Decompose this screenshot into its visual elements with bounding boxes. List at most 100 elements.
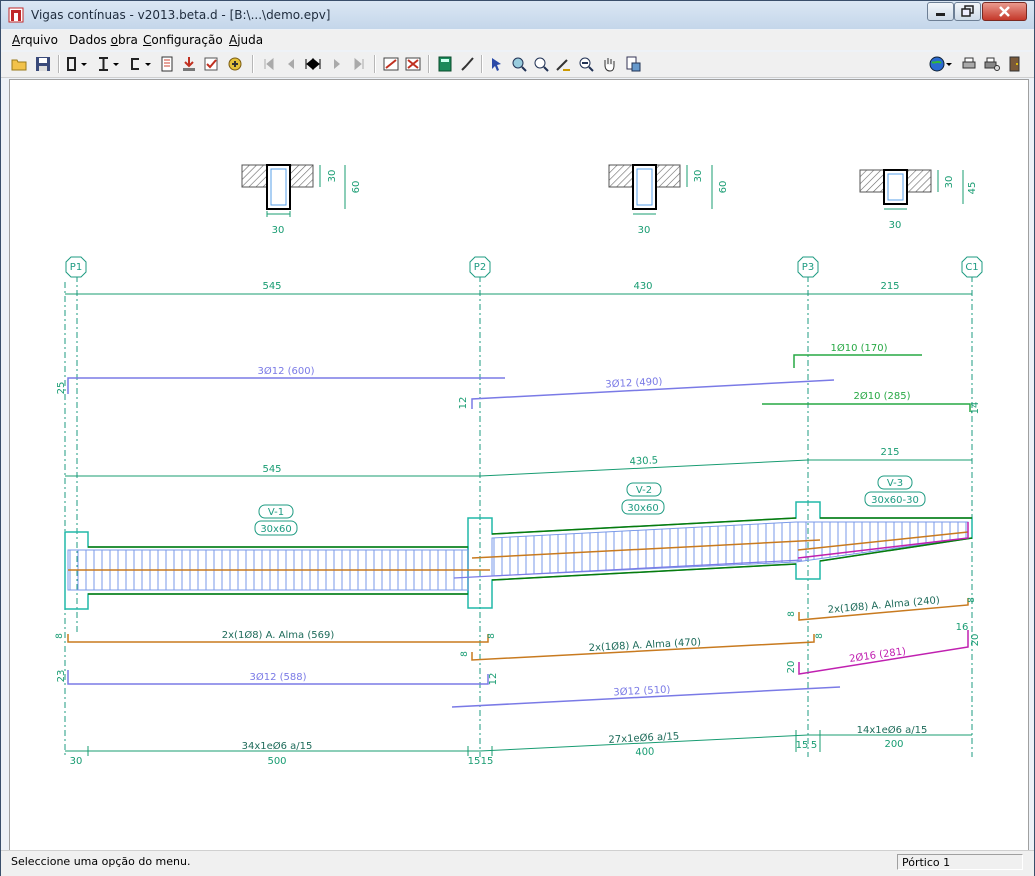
svg-text:8: 8 [815, 633, 825, 639]
draw-beam-icon[interactable] [383, 56, 399, 72]
svg-text:8: 8 [487, 633, 497, 639]
import-icon[interactable] [181, 56, 197, 72]
drawing-canvas[interactable]: 30 30 60 30 30 60 30 30 45 P1 P2 P3 C1 5… [9, 79, 1029, 851]
stirrup-dimensions: 34x1eØ6 a/15 27x1eØ6 a/15 14x1eØ6 a/15 3… [65, 724, 972, 767]
section-2-h1: 30 [693, 170, 704, 183]
top-bar-3-label: 1Ø10 (170) [830, 342, 887, 354]
section-3-h1: 30 [944, 176, 955, 189]
zoom-out-icon[interactable] [578, 56, 594, 72]
close-icon [999, 6, 1010, 17]
section-1: 30 30 60 [241, 164, 362, 236]
minimize-button[interactable] [927, 2, 954, 21]
check-icon[interactable] [203, 56, 219, 72]
menu-bar: Arquivo Dados obra Configuração Ajuda [1, 30, 1034, 50]
last-icon[interactable] [351, 56, 367, 72]
restore-icon [961, 5, 974, 17]
beam-v1-tag[interactable]: V-1 30x60 [254, 504, 298, 536]
pan-hand-icon[interactable] [601, 56, 617, 72]
svg-text:30x60: 30x60 [627, 503, 658, 514]
svg-text:15: 15 [796, 740, 809, 751]
svg-text:P1: P1 [70, 262, 82, 273]
menu-arquivo[interactable]: Arquivo [12, 33, 58, 47]
menu-dados-obra[interactable]: Dados obra [69, 33, 138, 47]
svg-text:15: 15 [468, 756, 481, 767]
next-icon[interactable] [329, 56, 345, 72]
svg-text:V-1: V-1 [268, 507, 284, 518]
svg-text:400: 400 [635, 747, 655, 759]
svg-text:200: 200 [884, 739, 903, 750]
print-preview-icon[interactable] [625, 56, 641, 72]
zoom-x2-icon[interactable] [533, 56, 549, 72]
svg-text:215: 215 [880, 447, 899, 458]
beam-elevation [64, 501, 973, 610]
section-2: 30 30 60 [608, 164, 729, 236]
svg-text:20: 20 [786, 661, 797, 674]
title-bar[interactable]: Vigas contínuas - v2013.beta.d - [B:\...… [1, 1, 1034, 29]
printer-icon[interactable] [961, 56, 977, 72]
section-3: 30 30 45 [859, 169, 978, 231]
bottom-bars: 3Ø12 (588) 23 12 3Ø12 (510) 2Ø16 (281) 2… [56, 622, 981, 708]
stirrup-1-label: 34x1eØ6 a/15 [242, 740, 313, 752]
svg-text:P2: P2 [474, 262, 486, 273]
document-icon[interactable] [159, 56, 175, 72]
section-3-h2: 45 [967, 182, 978, 195]
svg-text:500: 500 [267, 756, 286, 767]
svg-text:545: 545 [262, 464, 281, 475]
open-folder-icon[interactable] [11, 56, 27, 72]
save-icon[interactable] [35, 56, 51, 72]
c-section-dropdown-icon[interactable] [129, 56, 153, 72]
svg-text:8: 8 [787, 611, 797, 617]
menu-ajuda[interactable]: Ajuda [229, 33, 263, 47]
pointer-icon[interactable] [489, 56, 505, 72]
calculator-icon[interactable] [437, 56, 453, 72]
svg-text:P3: P3 [802, 262, 814, 273]
zoom-window-icon[interactable] [555, 56, 571, 72]
svg-text:5: 5 [811, 740, 817, 751]
previous-icon[interactable] [283, 56, 299, 72]
section-1-width: 30 [272, 225, 285, 236]
beam-drawing: 30 30 60 30 30 60 30 30 45 P1 P2 P3 C1 5… [55, 164, 983, 767]
status-panel: Pórtico 1 [897, 854, 1023, 870]
first-icon[interactable] [261, 56, 277, 72]
svg-text:20: 20 [970, 634, 981, 647]
edit-beam-icon[interactable] [405, 56, 421, 72]
maximize-button[interactable] [954, 2, 981, 21]
toolbar [1, 52, 1034, 78]
stirrup-2-label: 27x1eØ6 a/15 [608, 730, 679, 746]
calculate-icon[interactable] [227, 56, 243, 72]
mid-span-dimensions: 545 430.5 215 [65, 447, 972, 477]
status-message: Seleccione uma opção do menu. [11, 855, 191, 868]
stirrup-3-label: 14x1eØ6 a/15 [857, 724, 928, 736]
svg-text:430: 430 [633, 281, 652, 292]
exit-icon[interactable] [1007, 56, 1023, 72]
support-p2[interactable]: P2 [469, 256, 491, 278]
svg-text:8: 8 [967, 597, 977, 603]
top-bar-2-label: 3Ø12 (490) [605, 376, 663, 391]
globe-dropdown-icon[interactable] [929, 56, 953, 72]
svg-text:25: 25 [56, 382, 67, 395]
support-p1[interactable]: P1 [65, 256, 87, 278]
support-labels: P1 P2 P3 C1 [65, 256, 983, 278]
beam-v2-tag[interactable]: V-2 30x60 [621, 482, 665, 515]
menu-configuracao[interactable]: Configuração [143, 33, 223, 47]
alma-bars: 2x(1Ø8) A. Alma (569) 8 8 2x(1Ø8) A. Alm… [55, 594, 977, 661]
i-section-dropdown-icon[interactable] [97, 56, 121, 72]
zoom-extents-icon[interactable] [511, 56, 527, 72]
svg-text:15: 15 [481, 756, 494, 767]
svg-text:12: 12 [458, 397, 469, 410]
svg-text:23: 23 [56, 670, 67, 683]
svg-text:30x60-30: 30x60-30 [871, 495, 919, 506]
app-icon[interactable] [8, 7, 24, 23]
section-dropdown-icon[interactable] [65, 56, 89, 72]
brush-icon[interactable] [459, 56, 475, 72]
bottom-bar-1-label: 3Ø12 (588) [249, 671, 306, 683]
application-window: Vigas contínuas - v2013.beta.d - [B:\...… [0, 0, 1035, 876]
support-p3[interactable]: P3 [797, 256, 819, 278]
section-2-width: 30 [638, 225, 651, 236]
printer-setup-icon[interactable] [984, 56, 1000, 72]
close-button[interactable] [982, 2, 1027, 21]
top-span-dimensions: 545 430 215 [65, 281, 972, 295]
support-c1[interactable]: C1 [961, 256, 983, 278]
all-icon[interactable] [305, 56, 321, 72]
beam-v3-tag[interactable]: V-3 30x60-30 [864, 475, 926, 507]
